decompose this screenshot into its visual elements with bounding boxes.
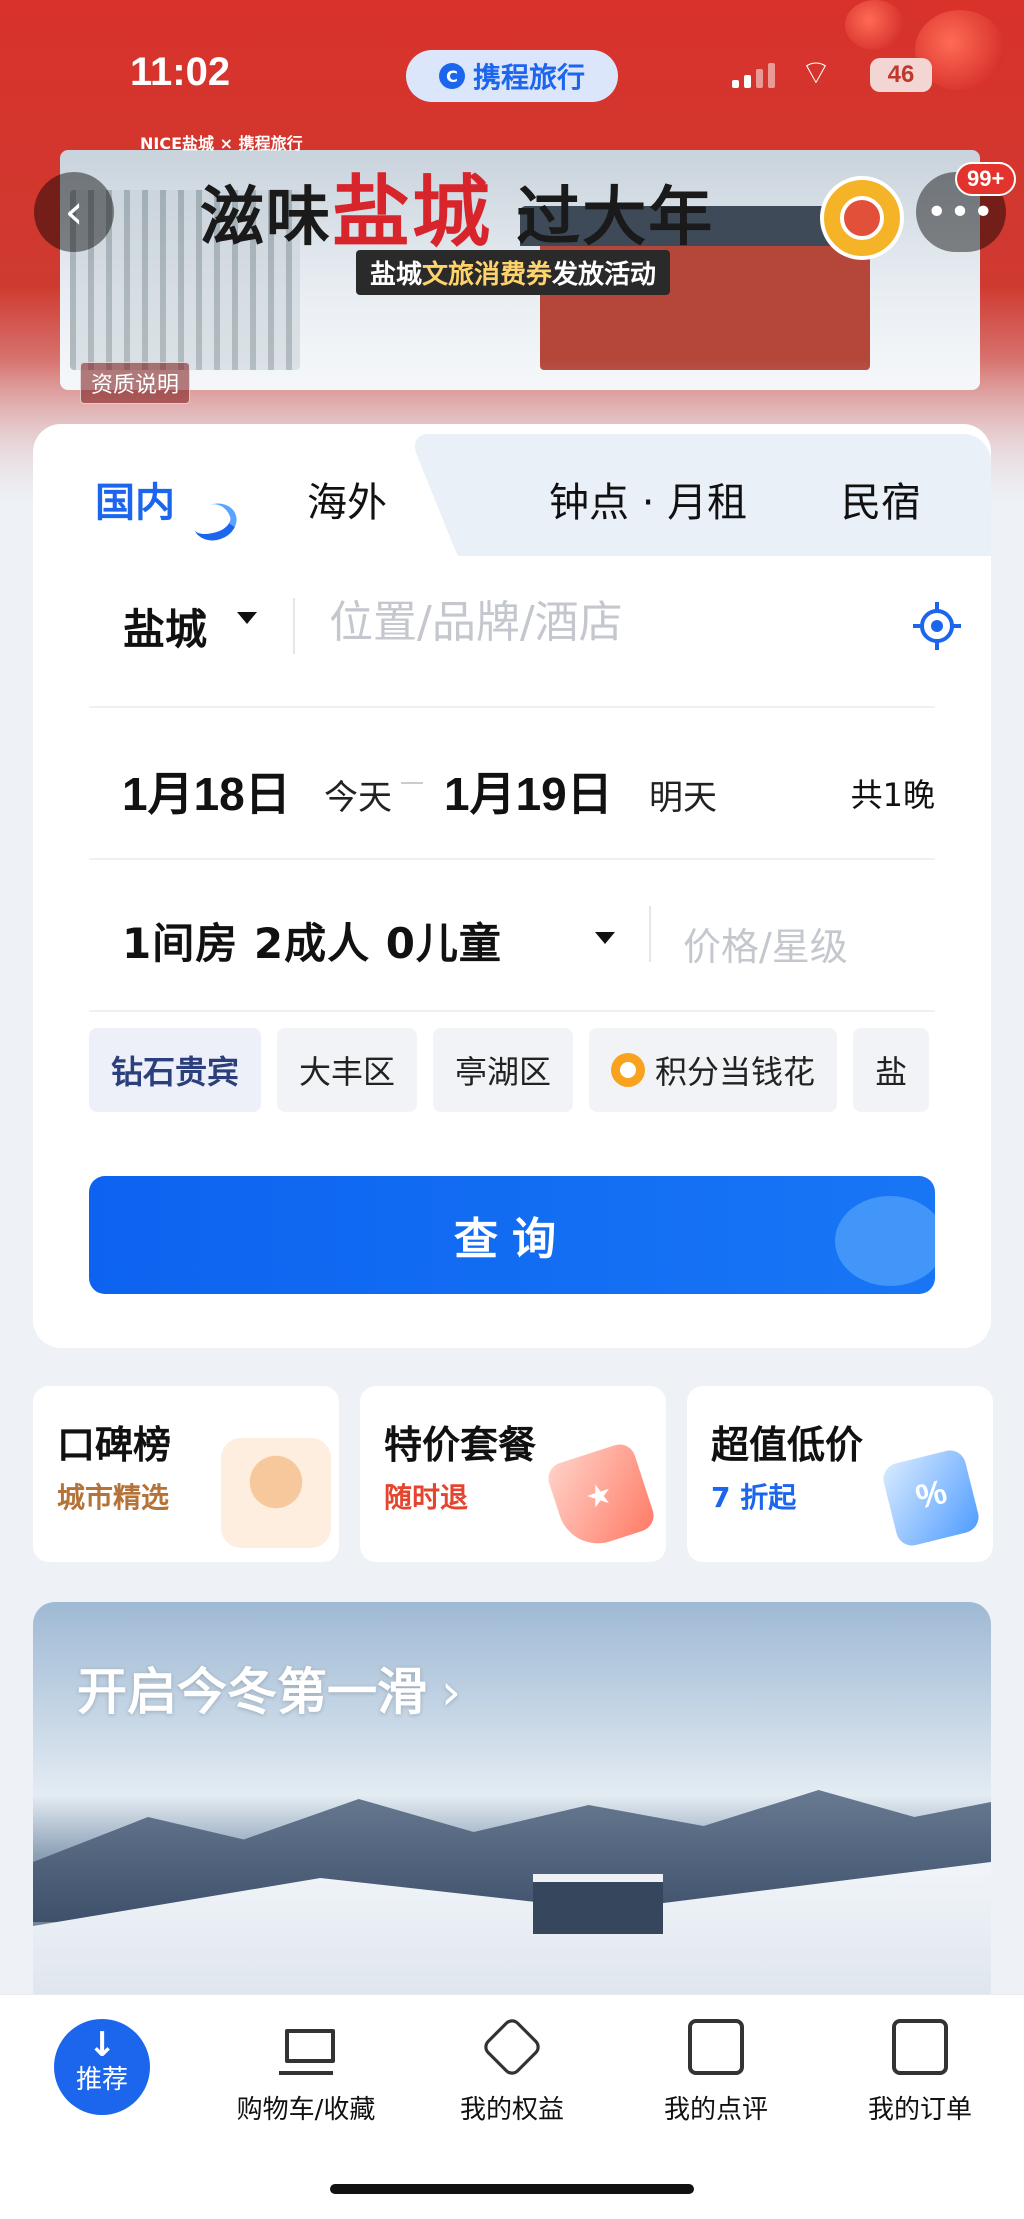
- banner-logo-icon: [820, 176, 904, 260]
- nav-label: 我的点评: [663, 2095, 768, 2125]
- edit-icon: [688, 2019, 744, 2075]
- ski-banner-title: 开启今冬第一滑 ›: [77, 1663, 461, 1721]
- ski-lodge: [533, 1874, 663, 1934]
- promo-title: 超值低价: [711, 1423, 864, 1467]
- nav-label: 我的订单: [867, 2095, 972, 2125]
- chip-points[interactable]: 积分当钱花: [589, 1028, 838, 1112]
- tab-domestic[interactable]: 国内: [95, 470, 175, 528]
- chip-tinghu[interactable]: 亭湖区: [433, 1028, 574, 1112]
- arrow-down-icon: ↓: [87, 2025, 117, 2065]
- chevron-left-icon: ‹: [64, 184, 84, 240]
- location-search-input[interactable]: [329, 592, 849, 652]
- tab-hourly-monthly[interactable]: 钟点 · 月租: [549, 470, 747, 528]
- nights-count: 共1晚: [850, 776, 935, 814]
- checkin-date[interactable]: 1月18日: [122, 758, 291, 824]
- caret-down-icon[interactable]: [237, 612, 257, 624]
- divider: [293, 598, 295, 654]
- checkout-day: 明天: [649, 778, 717, 818]
- banner-title: 滋味盐城 过大年: [200, 167, 715, 258]
- promo-package[interactable]: 特价套餐 随时退: [360, 1386, 666, 1562]
- nav-cart-favorites[interactable]: 购物车/收藏: [216, 2019, 396, 2126]
- nav-label: 购物车/收藏: [236, 2095, 376, 2125]
- date-row[interactable]: 1月18日 今天 1月19日 明天 共1晚: [89, 708, 935, 860]
- promo-title: 特价套餐: [384, 1423, 537, 1467]
- trophy-icon: [221, 1438, 331, 1548]
- more-icon: •••: [926, 191, 996, 233]
- destination-row: 盐城: [89, 556, 961, 708]
- price-tag-icon: [544, 1440, 658, 1554]
- hotel-search-card: 国内 海外 钟点 · 月租 民宿 盐城 1月18日 今天 1月19日 明天 共1…: [33, 424, 991, 1348]
- signal-icon: [732, 62, 775, 88]
- status-bar: 11:02 C 携程旅行 ⌔ 46: [0, 50, 1024, 110]
- nav-label: 推荐: [75, 2065, 128, 2095]
- nav-my-orders[interactable]: 我的订单: [830, 2019, 1010, 2126]
- quick-filter-chips: 钻石贵宾 大丰区 亭湖区 积分当钱花 盐: [89, 1028, 935, 1116]
- price-star-filter[interactable]: 价格/星级: [683, 916, 848, 971]
- search-button[interactable]: 查询: [89, 1176, 935, 1294]
- promo-ranking[interactable]: 口碑榜 城市精选: [33, 1386, 339, 1562]
- active-tab-indicator: [188, 497, 242, 547]
- notification-badge: 99+: [955, 162, 1017, 196]
- city-selector[interactable]: 盐城: [123, 596, 207, 657]
- discount-icon: [880, 1447, 982, 1549]
- locate-icon[interactable]: [911, 600, 963, 652]
- back-button[interactable]: ‹: [34, 172, 114, 252]
- tab-overseas[interactable]: 海外: [307, 470, 387, 528]
- promo-subtitle: 随时退: [384, 1481, 469, 1514]
- qualification-link[interactable]: 资质说明: [80, 362, 191, 404]
- tab-homestay[interactable]: 民宿: [841, 470, 921, 528]
- ski-feature-banner[interactable]: 开启今冬第一滑 ›: [33, 1602, 991, 2022]
- tab-bar: 国内 海外 钟点 · 月租 民宿: [33, 424, 991, 556]
- home-indicator[interactable]: [330, 2184, 694, 2194]
- status-time: 11:02: [130, 50, 231, 94]
- nav-recommend[interactable]: ↓ 推荐: [54, 2019, 150, 2115]
- chevron-right-icon: ›: [441, 1663, 461, 1721]
- document-icon: [892, 2019, 948, 2075]
- nav-my-rights[interactable]: 我的权益: [422, 2015, 602, 2126]
- chip-more[interactable]: 盐: [853, 1028, 930, 1112]
- nav-my-reviews[interactable]: 我的点评: [626, 2019, 806, 2126]
- rooms-guests-selector[interactable]: 1间房 2成人 0儿童: [122, 910, 502, 971]
- lantern-icon: [845, 0, 905, 50]
- wifi-icon: ⌔: [800, 53, 832, 93]
- ctrip-logo-icon: C: [438, 63, 465, 89]
- coin-icon: [611, 1053, 646, 1087]
- nav-label: 我的权益: [459, 2095, 564, 2125]
- date-separator: [401, 782, 423, 784]
- checkin-day: 今天: [324, 778, 392, 818]
- chip-dafeng[interactable]: 大丰区: [277, 1028, 418, 1112]
- guests-row: 1间房 2成人 0儿童 价格/星级: [89, 860, 935, 1012]
- promo-title: 口碑榜: [57, 1423, 172, 1467]
- diamond-icon: [480, 2015, 544, 2079]
- checkout-date[interactable]: 1月19日: [444, 758, 613, 824]
- app-badge[interactable]: C 携程旅行: [406, 50, 618, 102]
- promo-subtitle: 城市精选: [57, 1481, 170, 1514]
- battery-icon: 46: [870, 58, 932, 92]
- app-badge-label: 携程旅行: [472, 61, 585, 94]
- chip-points-label: 积分当钱花: [655, 1053, 816, 1091]
- cart-icon: [279, 2019, 335, 2075]
- banner-subtitle: 盐城文旅消费券发放活动: [356, 250, 671, 295]
- divider: [649, 906, 651, 962]
- chip-diamond-vip[interactable]: 钻石贵宾: [89, 1028, 262, 1112]
- promo-subtitle: 7 折起: [711, 1481, 797, 1514]
- promo-lowprice[interactable]: 超值低价 7 折起: [687, 1386, 993, 1562]
- caret-down-icon[interactable]: [595, 932, 615, 944]
